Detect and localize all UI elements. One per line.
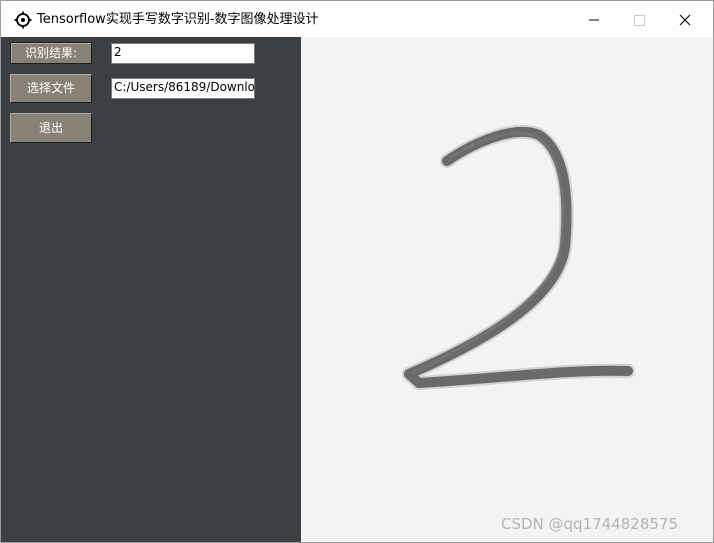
- title-bar[interactable]: Tensorflow实现手写数字识别-数字图像处理设计: [1, 1, 713, 37]
- maximize-button[interactable]: [616, 1, 662, 37]
- control-panel: 识别结果: 2 选择文件 C:/Users/86189/Downloads/2.…: [1, 37, 301, 542]
- app-window: Tensorflow实现手写数字识别-数字图像处理设计 识别结果: 2 选择文件…: [0, 0, 714, 543]
- file-path-field[interactable]: C:/Users/86189/Downloads/2.png: [111, 78, 255, 99]
- image-display: CSDN @qq1744828575: [301, 37, 713, 542]
- choose-file-button[interactable]: 选择文件: [10, 74, 92, 103]
- main-content: 识别结果: 2 选择文件 C:/Users/86189/Downloads/2.…: [1, 37, 713, 542]
- result-label: 识别结果:: [10, 42, 92, 64]
- watermark: CSDN @qq1744828575: [501, 515, 679, 533]
- close-icon: [679, 14, 691, 26]
- close-button[interactable]: [662, 1, 708, 37]
- exit-button[interactable]: 退出: [10, 113, 92, 143]
- window-title: Tensorflow实现手写数字识别-数字图像处理设计: [37, 12, 319, 27]
- handwritten-digit-2: [402, 124, 635, 390]
- minimize-button[interactable]: [571, 1, 617, 37]
- result-field[interactable]: 2: [111, 43, 255, 64]
- crosshair-target-icon: [14, 11, 32, 29]
- minimize-icon: [589, 19, 599, 21]
- maximize-icon: [634, 15, 645, 26]
